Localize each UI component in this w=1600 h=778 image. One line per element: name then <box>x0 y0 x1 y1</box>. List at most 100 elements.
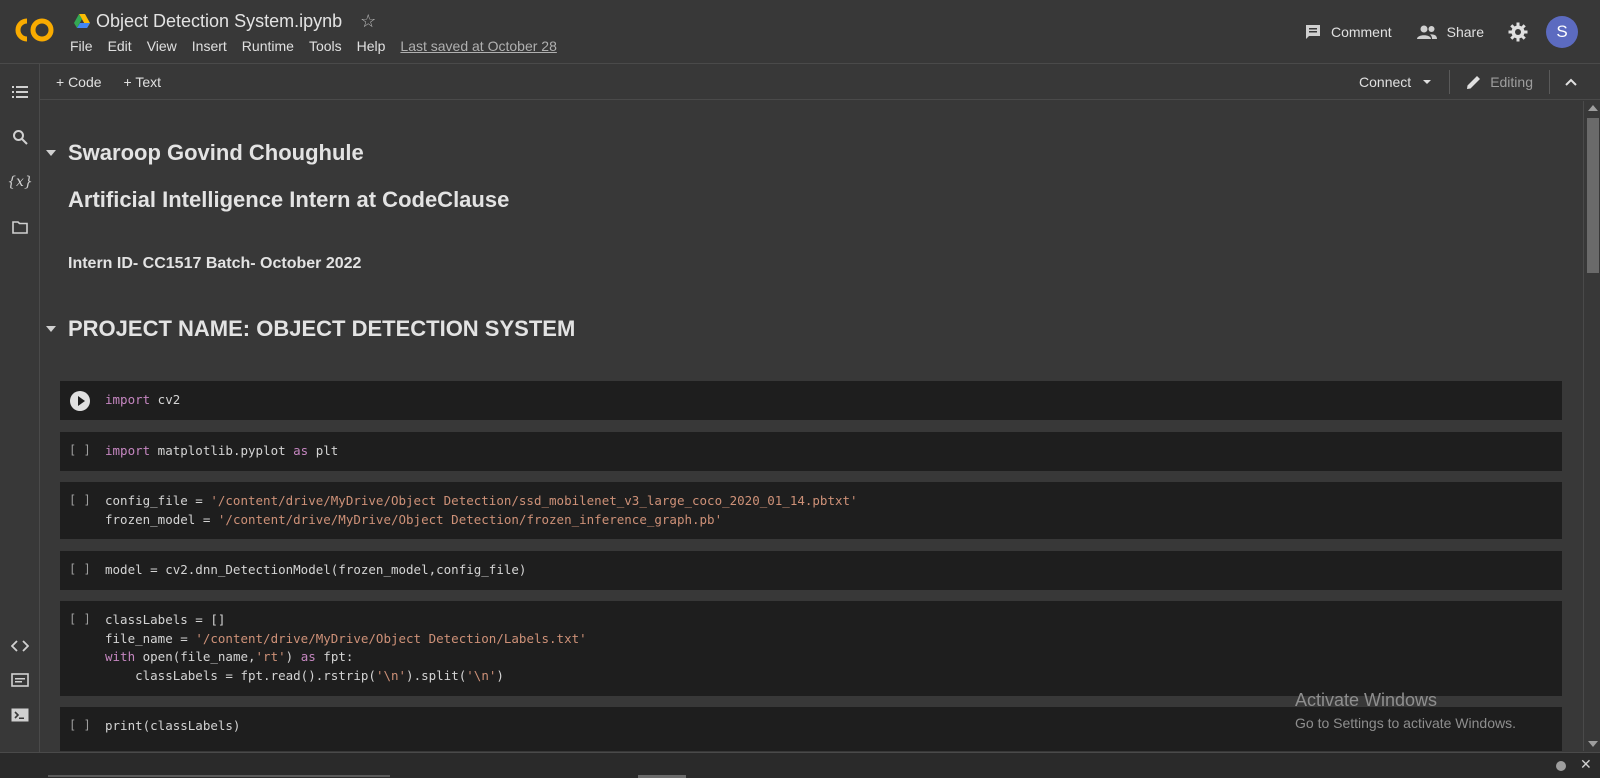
table-of-contents-icon[interactable] <box>10 82 30 102</box>
cell-code[interactable]: config_file = '/content/drive/MyDrive/Ob… <box>105 492 858 529</box>
code-string: '\n' <box>466 667 497 683</box>
code-line[interactable]: classLabels = fpt.read().rstrip('\n').sp… <box>105 667 587 686</box>
code-cell[interactable]: [ ] model = cv2.dnn_DetectionModel(froze… <box>60 551 1562 590</box>
cell-code[interactable]: classLabels = [] file_name = '/content/dr… <box>105 611 587 685</box>
watermark-subtitle: Go to Settings to activate Windows. <box>1295 715 1516 731</box>
google-drive-icon <box>74 14 90 28</box>
scroll-down-arrow[interactable] <box>1588 741 1598 747</box>
menu-runtime[interactable]: Runtime <box>242 38 294 54</box>
code-string: '/content/drive/MyDrive/Object Detection… <box>195 630 587 646</box>
code-cell[interactable]: [ ] import matplotlib.pyplot as plt <box>60 432 1562 471</box>
project-heading: PROJECT NAME: OBJECT DETECTION SYSTEM <box>68 316 576 341</box>
code-cell[interactable]: [ ] classLabels = [] file_name = '/conten… <box>60 601 1562 696</box>
cell-execution-count[interactable]: [ ] <box>69 612 91 626</box>
code-cell[interactable]: [ ] config_file = '/content/drive/MyDriv… <box>60 482 1562 539</box>
cell-execution-count[interactable]: [ ] <box>69 493 91 507</box>
menu-file[interactable]: File <box>70 38 93 54</box>
menu-tools[interactable]: Tools <box>309 38 342 54</box>
vertical-scrollbar[interactable] <box>1583 101 1600 751</box>
cell-code[interactable]: import cv2 <box>105 391 180 410</box>
scroll-up-arrow[interactable] <box>1588 105 1598 111</box>
editing-mode-button[interactable]: Editing <box>1450 70 1550 94</box>
activate-windows-watermark: Activate Windows Go to Settings to activ… <box>1295 690 1516 731</box>
code-line[interactable]: import matplotlib.pyplot as plt <box>105 442 338 461</box>
gear-icon[interactable] <box>1508 22 1528 42</box>
editing-label: Editing <box>1490 74 1533 90</box>
menu-help[interactable]: Help <box>357 38 386 54</box>
chevron-up-icon[interactable] <box>1564 77 1578 87</box>
code-snippets-icon[interactable] <box>10 636 30 656</box>
menu-view[interactable]: View <box>147 38 177 54</box>
code-line[interactable]: classLabels = [] <box>105 611 587 630</box>
run-cell-button[interactable] <box>70 391 90 411</box>
menu-edit[interactable]: Edit <box>108 38 132 54</box>
code-token: plt <box>308 443 339 458</box>
code-keyword: import <box>105 443 151 458</box>
code-line[interactable]: model = cv2.dnn_DetectionModel(frozen_mo… <box>105 561 526 580</box>
notebook-content: Swaroop Govind Choughule Artificial Inte… <box>40 101 1582 751</box>
menu-insert[interactable]: Insert <box>192 38 227 54</box>
code-keyword: import <box>105 392 151 407</box>
heading-role: Artificial Intelligence Intern at CodeCl… <box>68 187 510 212</box>
last-saved-link[interactable]: Last saved at October 28 <box>400 38 556 54</box>
colab-logo[interactable] <box>14 16 56 44</box>
cell-code[interactable]: model = cv2.dnn_DetectionModel(frozen_mo… <box>105 561 526 580</box>
cell-code[interactable]: print(classLabels) <box>105 717 240 736</box>
code-string: 'rt' <box>255 649 286 664</box>
close-icon[interactable]: ✕ <box>1580 756 1592 773</box>
share-label: Share <box>1446 24 1484 40</box>
code-string: '\n' <box>375 667 407 683</box>
command-palette-icon[interactable] <box>10 670 30 690</box>
status-divider <box>48 775 390 777</box>
scrollbar-thumb[interactable] <box>1587 118 1599 273</box>
code-string: '/content/drive/MyDrive/Object Detection… <box>217 511 723 527</box>
code-token: frozen_model = <box>105 511 218 527</box>
connect-label: Connect <box>1359 74 1412 90</box>
avatar[interactable]: S <box>1546 16 1578 48</box>
comment-button[interactable]: Comment <box>1304 23 1392 41</box>
code-token: model = cv2.dnn_DetectionModel(frozen_mo… <box>105 562 527 577</box>
share-button[interactable]: Share <box>1416 24 1484 40</box>
code-line[interactable]: frozen_model = '/content/drive/MyDrive/O… <box>105 511 858 530</box>
notebook-toolbar: + Code + Text Connect Editing <box>40 64 1600 100</box>
pencil-icon <box>1467 76 1481 89</box>
code-line[interactable]: print(classLabels) <box>105 717 240 736</box>
code-keyword: with <box>105 649 136 664</box>
code-token: cv2 <box>150 392 181 407</box>
code-cell[interactable]: import cv2 <box>60 381 1562 420</box>
code-line[interactable]: import cv2 <box>105 391 180 410</box>
notebook-title[interactable]: Object Detection System.ipynb <box>96 11 342 32</box>
code-line[interactable]: config_file = '/content/drive/MyDrive/Ob… <box>105 492 858 511</box>
heading-name: Swaroop Govind Choughule <box>68 140 364 165</box>
left-sidebar: {x} <box>0 64 40 752</box>
variables-icon[interactable]: {x} <box>7 172 33 192</box>
chevron-down-icon <box>1423 80 1432 84</box>
intern-id-text: Intern ID- CC1517 Batch- October 2022 <box>68 255 362 272</box>
code-line[interactable]: with open(file_name,'rt') as fpt: <box>105 648 587 667</box>
watermark-title: Activate Windows <box>1295 690 1438 710</box>
comment-icon <box>1305 25 1320 39</box>
add-code-button[interactable]: + Code <box>56 74 102 90</box>
cell-execution-count[interactable]: [ ] <box>69 562 91 576</box>
code-line[interactable]: file_name = '/content/drive/MyDrive/Obje… <box>105 630 587 649</box>
star-icon[interactable]: ☆ <box>360 11 376 32</box>
collapse-section-icon[interactable] <box>46 326 56 332</box>
add-text-button[interactable]: + Text <box>124 74 162 90</box>
cell-execution-count[interactable]: [ ] <box>69 443 91 457</box>
menu-bar: File Edit View Insert Runtime Tools Help… <box>70 38 572 54</box>
code-token: matplotlib.pyplot <box>150 443 294 458</box>
code-token: fpt: <box>315 649 354 664</box>
search-icon[interactable] <box>10 127 30 147</box>
terminal-icon[interactable] <box>10 705 30 725</box>
connect-button[interactable]: Connect <box>1359 70 1451 94</box>
folder-icon[interactable] <box>10 217 30 237</box>
cell-code[interactable]: import matplotlib.pyplot as plt <box>105 442 338 461</box>
code-token: classLabels = [] <box>105 612 226 627</box>
code-token: ) <box>496 667 504 683</box>
code-token: ).split( <box>406 667 467 683</box>
comment-label: Comment <box>1330 24 1392 40</box>
cell-execution-count[interactable]: [ ] <box>69 718 91 732</box>
code-keyword: as <box>300 649 316 664</box>
code-token: print(classLabels) <box>105 718 241 733</box>
collapse-section-icon[interactable] <box>46 150 56 156</box>
